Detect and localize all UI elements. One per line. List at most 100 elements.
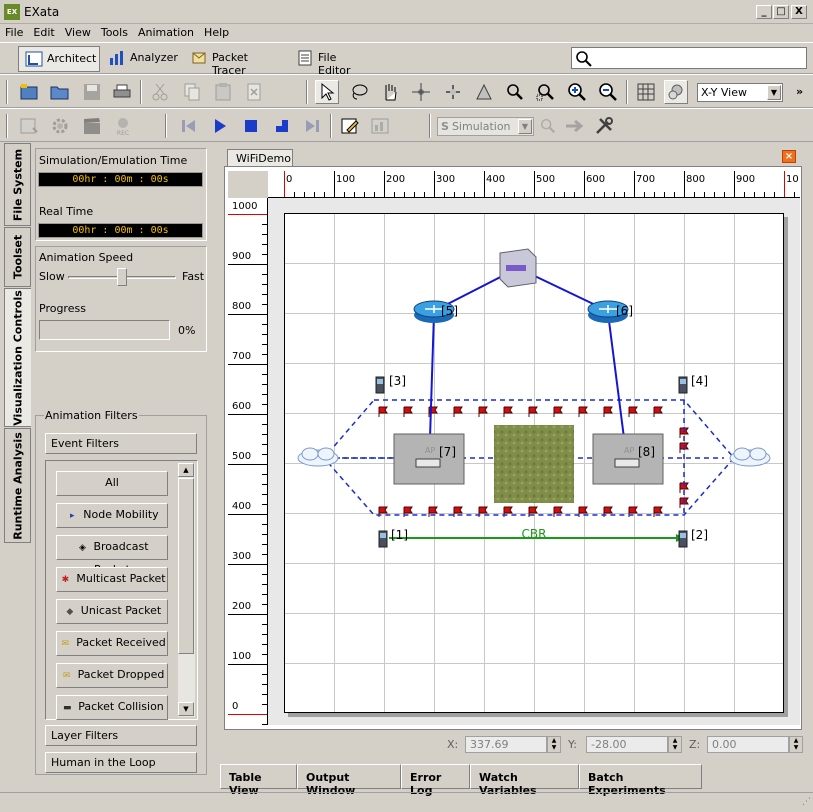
x-coordinate-field[interactable]: 337.69 xyxy=(465,736,547,753)
maximize-button[interactable]: □ xyxy=(773,5,789,19)
filter-packet-received-button[interactable]: ✉ Packet Received xyxy=(56,631,168,656)
speed-slider-thumb[interactable] xyxy=(117,268,127,286)
toolbar-overflow-icon[interactable]: » xyxy=(796,85,803,98)
rotate-tool-button[interactable] xyxy=(409,80,433,104)
resize-grip-icon[interactable]: ⋰ xyxy=(802,797,811,807)
router-node-6[interactable]: [6] xyxy=(587,300,633,323)
filter-packet-collision-button[interactable]: ▬ Packet Collision xyxy=(56,695,168,720)
access-point-node-7[interactable]: AP [7] xyxy=(393,433,465,485)
tab-file-system[interactable]: File System xyxy=(4,143,31,226)
filter-node-mobility-button[interactable]: ▸ Node Mobility xyxy=(56,503,168,528)
view-mode-select[interactable]: X-Y View ▼ xyxy=(697,83,783,102)
wireless-node-4[interactable]: [4] xyxy=(678,374,708,394)
wireless-node-1[interactable]: [1] xyxy=(378,528,408,548)
grid-settings-button[interactable] xyxy=(634,80,658,104)
access-point-node-8[interactable]: AP [8] xyxy=(592,433,664,485)
stats-button[interactable] xyxy=(368,114,392,138)
search-input[interactable] xyxy=(571,47,807,69)
mode-select[interactable]: S Simulation ▼ xyxy=(437,117,534,136)
scroll-up-icon[interactable]: ▲ xyxy=(178,463,194,477)
open-button[interactable] xyxy=(48,80,72,104)
delete-button[interactable] xyxy=(242,80,266,104)
step-button[interactable] xyxy=(270,114,294,138)
close-button[interactable]: X xyxy=(791,5,807,19)
tools-button[interactable] xyxy=(592,114,616,138)
ruler-minor-tick xyxy=(262,404,267,405)
lasso-tool-button[interactable] xyxy=(347,80,371,104)
paste-button[interactable] xyxy=(211,80,235,104)
wired-link xyxy=(429,312,435,439)
skip-forward-button[interactable] xyxy=(301,114,325,138)
wireless-node-2[interactable]: [2] xyxy=(678,528,708,548)
zoom-tool-button[interactable] xyxy=(503,80,527,104)
filter-unicast-button[interactable]: ◆ Unicast Packet xyxy=(56,599,168,624)
menu-view[interactable]: View xyxy=(60,24,96,41)
rec-button[interactable]: REC xyxy=(111,114,135,138)
save-button[interactable] xyxy=(80,80,104,104)
tab-wifidemo[interactable]: WiFiDemo xyxy=(227,149,293,167)
z-coordinate-field[interactable]: 0.00 xyxy=(707,736,789,753)
tab-output-window[interactable]: Output Window xyxy=(297,764,401,797)
cut-button[interactable] xyxy=(148,80,172,104)
tab-visualization-controls[interactable]: Visualization Controls xyxy=(4,288,31,427)
zoom-fit-button[interactable] xyxy=(534,80,558,104)
layers-button[interactable] xyxy=(664,80,688,104)
zoom-search-button[interactable] xyxy=(536,114,560,138)
menu-animation[interactable]: Animation xyxy=(133,24,199,41)
stop-button[interactable] xyxy=(239,114,263,138)
zoom-in-button[interactable] xyxy=(565,80,589,104)
record-movie-button[interactable] xyxy=(80,114,104,138)
menu-help[interactable]: Help xyxy=(199,24,234,41)
filter-multicast-button[interactable]: ✱ Multicast Packet xyxy=(56,567,168,592)
tab-file-editor[interactable]: File Editor xyxy=(290,46,374,77)
router-node-5[interactable]: [5] xyxy=(413,300,458,323)
perspective-tool-button[interactable] xyxy=(472,80,496,104)
close-tab-icon[interactable]: × xyxy=(782,150,796,163)
multicast-icon: ✱ xyxy=(61,575,70,585)
tab-runtime-analysis[interactable]: Runtime Analysis xyxy=(4,428,31,543)
y-coordinate-field[interactable]: -28.00 xyxy=(586,736,668,753)
tab-toolset[interactable]: Toolset xyxy=(4,227,31,287)
wireless-node-3[interactable]: [3] xyxy=(375,374,406,394)
move-tool-button[interactable] xyxy=(441,80,465,104)
y-spinner-icon[interactable]: ▲ ▼ xyxy=(668,736,682,753)
hitl-header[interactable]: Human in the Loop xyxy=(45,752,197,773)
ruler-minor-tick xyxy=(494,192,495,197)
x-spinner-icon[interactable]: ▲ ▼ xyxy=(547,736,561,753)
rewind-button[interactable] xyxy=(176,114,200,138)
event-filters-header[interactable]: Event Filters xyxy=(45,433,197,454)
tab-batch-experiments[interactable]: Batch Experiments xyxy=(579,764,702,797)
layer-filters-header[interactable]: Layer Filters xyxy=(45,725,197,746)
connect-button[interactable] xyxy=(562,114,586,138)
network-scene[interactable]: AP [7] AP [8] [5] [6] CBR [1] [2] [3] [4… xyxy=(284,213,784,713)
play-button[interactable] xyxy=(208,114,232,138)
tab-packet-tracer[interactable]: Packet Tracer xyxy=(184,46,284,77)
print-button[interactable] xyxy=(110,80,134,104)
z-spinner-icon[interactable]: ▲ ▼ xyxy=(789,736,803,753)
menu-tools[interactable]: Tools xyxy=(96,24,133,41)
filter-broadcast-button[interactable]: ◈Broadcast Packet xyxy=(56,535,168,576)
filter-packet-dropped-button[interactable]: ✉ Packet Dropped xyxy=(56,663,168,688)
tab-table-view[interactable]: Table View xyxy=(220,764,297,797)
zoom-out-button[interactable] xyxy=(596,80,620,104)
menu-file[interactable]: File xyxy=(0,24,28,41)
menu-edit[interactable]: Edit xyxy=(28,24,59,41)
tab-architect[interactable]: Architect xyxy=(18,46,100,72)
tab-watch-variables[interactable]: Watch Variables xyxy=(470,764,579,797)
tab-error-log[interactable]: Error Log xyxy=(401,764,470,797)
switch-node[interactable] xyxy=(499,248,537,288)
annotate-button[interactable] xyxy=(338,114,362,138)
filter-all-button[interactable]: All xyxy=(56,471,168,496)
settings-button[interactable] xyxy=(48,114,72,138)
scroll-down-icon[interactable]: ▼ xyxy=(178,702,194,716)
initialize-button[interactable] xyxy=(17,114,41,138)
filters-scrollbar[interactable]: ▲ ▼ xyxy=(178,463,195,717)
minimize-button[interactable]: _ xyxy=(756,5,772,19)
pan-tool-button[interactable] xyxy=(378,80,402,104)
select-tool-button[interactable] xyxy=(315,80,339,104)
tab-analyzer[interactable]: Analyzer xyxy=(102,46,182,72)
ruler-tick xyxy=(228,464,267,465)
scroll-thumb[interactable] xyxy=(178,478,194,654)
copy-button[interactable] xyxy=(180,80,204,104)
new-scenario-button[interactable] xyxy=(17,80,41,104)
